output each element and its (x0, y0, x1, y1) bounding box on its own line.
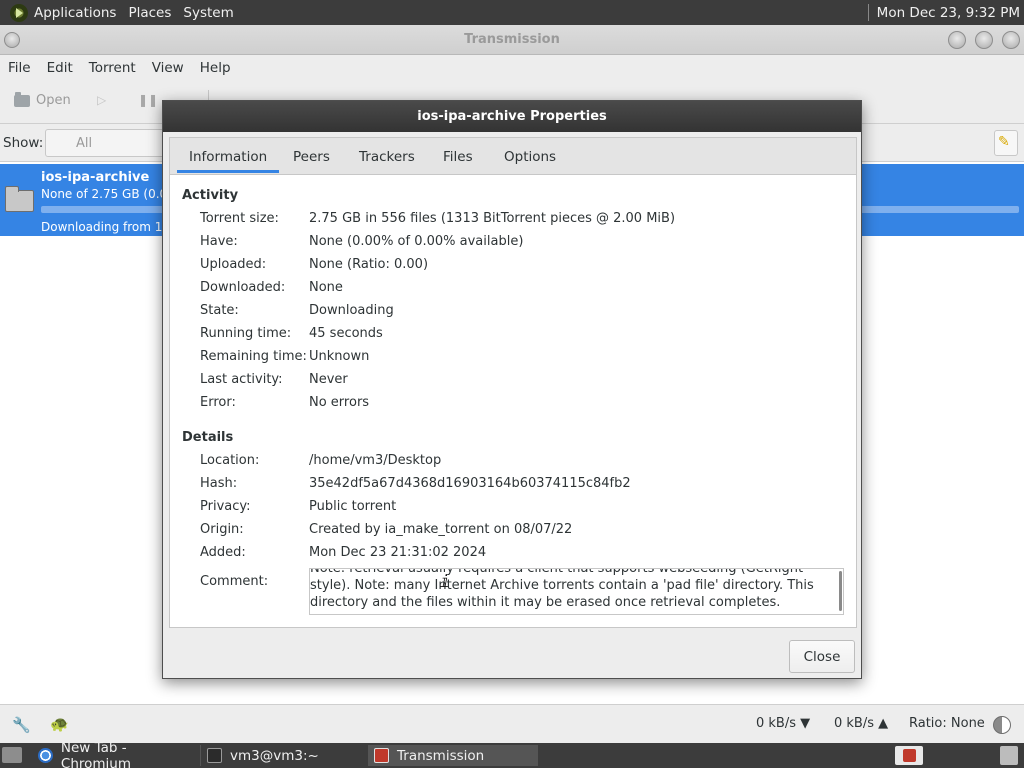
show-desktop-icon[interactable] (2, 747, 22, 763)
uploaded-value: None (Ratio: 0.00) (309, 257, 429, 272)
menu-system[interactable]: System (177, 5, 239, 21)
comment-textview[interactable]: Note: retrieval usually requires a clien… (309, 568, 844, 615)
properties-dialog: ios-ipa-archive Properties Information P… (162, 100, 862, 679)
comment-text: Note: retrieval usually requires a clien… (310, 568, 814, 610)
start-icon[interactable]: ▷ (97, 93, 106, 107)
running-time-label: Running time: (200, 326, 292, 341)
torrent-size-value: 2.75 GB in 556 files (1313 BitTorrent pi… (309, 211, 676, 226)
have-value: None (0.00% of 0.00% available) (309, 234, 524, 249)
preferences-wrench-icon[interactable]: 🔧 (12, 716, 31, 734)
activity-heading: Activity (182, 188, 239, 203)
task-label-chromium: New Tab - Chromium (60, 739, 131, 768)
running-time-value: 45 seconds (309, 326, 383, 341)
remaining-time-label: Remaining time: (200, 349, 307, 364)
applications-icon[interactable] (10, 3, 28, 22)
turtle-speed-limit-icon[interactable]: 🐢 (50, 715, 69, 733)
folder-icon (5, 186, 34, 212)
torrent-size-label: Torrent size: (200, 211, 279, 226)
last-activity-value: Never (309, 372, 348, 387)
added-label: Added: (200, 545, 246, 560)
task-label-transmission: Transmission (397, 747, 485, 764)
information-pane: Activity Torrent size: 2.75 GB in 556 fi… (170, 176, 856, 627)
open-button-label: Open (36, 93, 71, 108)
task-terminal[interactable]: vm3@vm3:~ (200, 745, 366, 766)
last-activity-label: Last activity: (200, 372, 283, 387)
tab-information[interactable]: Information (177, 149, 280, 173)
maximize-button[interactable] (975, 31, 993, 49)
hash-label: Hash: (200, 476, 238, 491)
tab-peers[interactable]: Peers (289, 149, 334, 165)
open-button[interactable]: Open (14, 91, 71, 108)
clock-area: Mon Dec 23, 9:32 PM (867, 0, 1024, 25)
menu-file[interactable]: File (0, 60, 39, 76)
menu-help[interactable]: Help (192, 60, 239, 76)
hash-value: 35e42df5a67d4368d16903164b60374115c84fb2 (309, 476, 631, 491)
details-heading: Details (182, 430, 234, 445)
text-cursor-icon: ⅈ (440, 572, 451, 592)
panel-separator (867, 4, 869, 21)
ratio-text[interactable]: Ratio: None (909, 716, 985, 731)
menu-applications[interactable]: Applications (28, 5, 122, 21)
download-rate[interactable]: 0 kB/s ▼ (756, 716, 810, 731)
main-window-title: Transmission (464, 32, 560, 47)
tab-options[interactable]: Options (500, 149, 560, 165)
menu-edit[interactable]: Edit (39, 60, 81, 76)
trash-icon[interactable] (1000, 746, 1018, 765)
origin-value: Created by ia_make_torrent on 08/07/22 (309, 522, 573, 537)
minimize-button[interactable] (948, 31, 966, 49)
privacy-label: Privacy: (200, 499, 251, 514)
broom-icon: ✎ (998, 134, 1010, 150)
uploaded-label: Uploaded: (200, 257, 267, 272)
ratio-icon[interactable] (993, 716, 1011, 734)
torrent-status-text: Downloading from 1 w (41, 220, 177, 234)
menu-view[interactable]: View (144, 60, 192, 76)
menu-torrent[interactable]: Torrent (81, 60, 144, 76)
comment-label: Comment: (200, 574, 269, 589)
comment-scrollbar[interactable] (839, 571, 842, 611)
location-label: Location: (200, 453, 260, 468)
upload-rate[interactable]: 0 kB/s ▲ (834, 716, 888, 731)
torrent-name: ios-ipa-archive (41, 170, 150, 185)
top-panel: Applications Places System Mon Dec 23, 9… (0, 0, 1024, 25)
properties-notebook: Information Peers Trackers Files Options… (169, 137, 857, 628)
privacy-value: Public torrent (309, 499, 397, 514)
transmission-tray-icon[interactable] (895, 746, 923, 765)
folder-open-icon (14, 91, 30, 107)
clock[interactable]: Mon Dec 23, 9:32 PM (877, 5, 1024, 21)
downloaded-label: Downloaded: (200, 280, 286, 295)
chromium-icon (38, 748, 53, 763)
terminal-icon (207, 748, 222, 763)
close-window-button[interactable] (1002, 31, 1020, 49)
location-value: /home/vm3/Desktop (309, 453, 442, 468)
menubar: File Edit Torrent View Help (0, 55, 1024, 80)
remaining-time-value: Unknown (309, 349, 370, 364)
main-window-titlebar[interactable]: Transmission (0, 25, 1024, 55)
error-label: Error: (200, 395, 236, 410)
pause-icon[interactable]: ❚❚ (138, 93, 158, 107)
clear-filter-button[interactable]: ✎ (994, 130, 1018, 156)
show-label: Show: (3, 135, 44, 151)
origin-label: Origin: (200, 522, 244, 537)
menu-places[interactable]: Places (122, 5, 177, 21)
transmission-icon (374, 748, 389, 763)
task-transmission[interactable]: Transmission (368, 745, 538, 766)
close-button[interactable]: Close (789, 640, 855, 673)
taskbar: New Tab - Chromium vm3@vm3:~ Transmissio… (0, 740, 1024, 768)
tab-trackers[interactable]: Trackers (355, 149, 419, 165)
state-value: Downloading (309, 303, 394, 318)
tab-files[interactable]: Files (439, 149, 477, 165)
state-label: State: (200, 303, 239, 318)
error-value: No errors (309, 395, 370, 410)
dialog-title[interactable]: ios-ipa-archive Properties (163, 101, 861, 132)
tab-bar: Information Peers Trackers Files Options (170, 138, 856, 175)
task-label-terminal: vm3@vm3:~ (230, 747, 319, 764)
added-value: Mon Dec 23 21:31:02 2024 (309, 545, 487, 560)
status-bar: 🔧 🐢 0 kB/s ▼ 0 kB/s ▲ Ratio: None (0, 704, 1024, 743)
task-chromium[interactable]: New Tab - Chromium (32, 740, 200, 768)
have-label: Have: (200, 234, 238, 249)
downloaded-value: None (309, 280, 343, 295)
